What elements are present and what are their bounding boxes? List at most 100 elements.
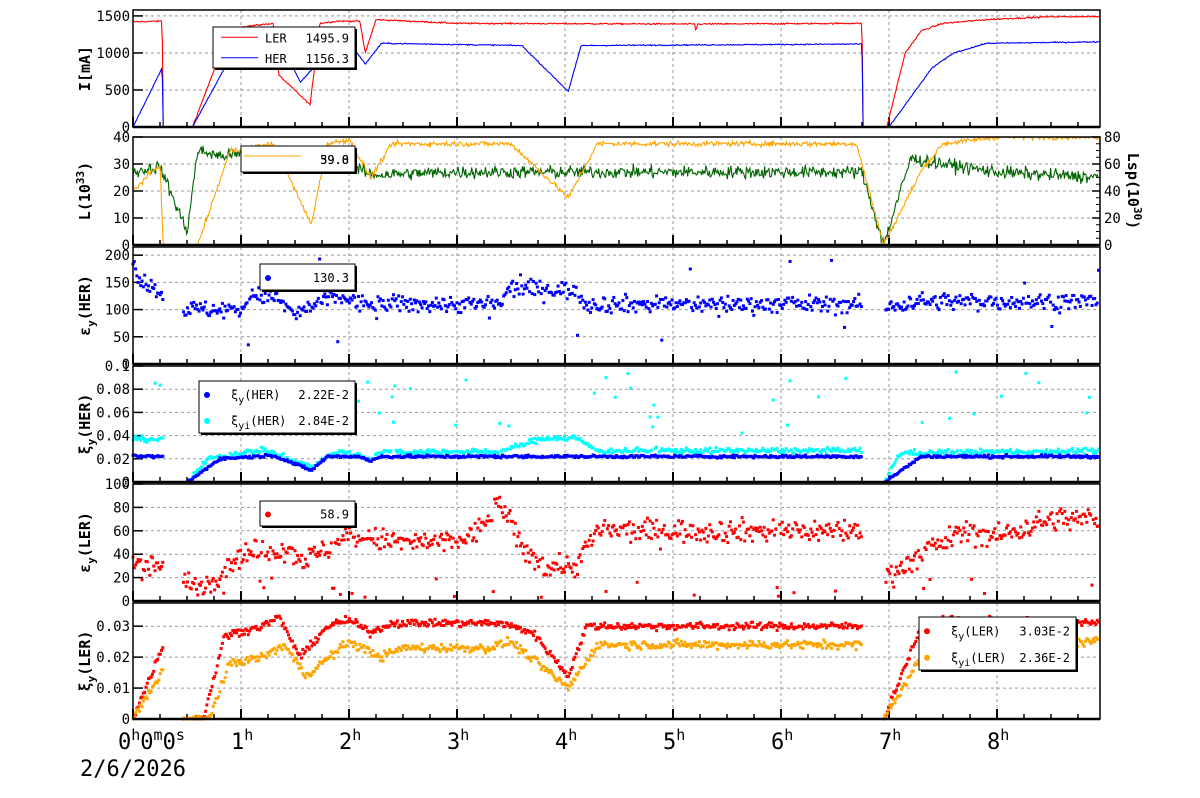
data-point: [565, 555, 569, 559]
data-point: [188, 312, 192, 316]
data-point: [355, 452, 359, 456]
data-point: [831, 535, 835, 539]
data-point: [748, 534, 752, 538]
y-label-main: ξ: [76, 682, 94, 691]
data-point: [643, 302, 647, 306]
data-point: [535, 657, 539, 661]
data-point: [297, 305, 301, 309]
data-point: [307, 303, 311, 307]
data-point: [626, 372, 630, 376]
data-point: [622, 623, 626, 627]
data-point: [840, 311, 844, 315]
data-point: [246, 343, 250, 347]
data-point: [704, 526, 708, 530]
data-point: [726, 294, 730, 298]
data-point: [671, 532, 675, 536]
data-point: [355, 620, 359, 624]
data-point: [782, 533, 786, 537]
data-point: [1045, 448, 1049, 452]
data-point: [248, 552, 252, 556]
data-point: [673, 306, 677, 310]
data-point: [587, 538, 591, 542]
data-point: [609, 311, 613, 315]
data-point: [963, 530, 967, 534]
data-point: [193, 576, 197, 580]
data-point: [765, 539, 769, 543]
data-point: [379, 297, 383, 301]
data-point: [594, 529, 598, 533]
data-point: [725, 309, 729, 313]
data-point: [1069, 516, 1073, 520]
data-point: [337, 542, 341, 546]
data-point: [542, 301, 546, 305]
data-point: [336, 538, 340, 542]
data-point: [920, 420, 924, 424]
data-point: [818, 300, 822, 304]
y-axis-label: ξy(LER): [76, 631, 98, 692]
data-point: [455, 643, 459, 647]
data-point: [502, 515, 506, 519]
data-point: [843, 625, 847, 629]
data-point: [940, 539, 944, 543]
data-point: [338, 592, 342, 596]
data-point: [583, 626, 587, 630]
data-point: [1073, 305, 1077, 309]
data-point: [1074, 509, 1078, 513]
data-point: [620, 307, 624, 311]
data-point: [241, 629, 245, 633]
data-point: [287, 633, 291, 637]
data-point: [533, 293, 537, 297]
data-point: [1027, 295, 1031, 299]
data-point: [347, 301, 351, 305]
data-point: [784, 300, 788, 304]
data-point: [538, 279, 542, 283]
data-point: [401, 620, 405, 624]
data-point: [222, 316, 226, 320]
data-point: [852, 526, 856, 530]
data-point: [258, 449, 262, 453]
y-tick-label: 0.06: [96, 405, 130, 421]
data-point: [513, 624, 517, 628]
data-point: [224, 575, 228, 579]
data-point: [450, 545, 454, 549]
data-point: [535, 285, 539, 289]
data-point: [998, 449, 1002, 453]
data-point: [157, 678, 161, 682]
data-point: [322, 295, 326, 299]
data-point: [141, 437, 145, 441]
data-point: [357, 295, 361, 299]
data-point: [310, 644, 314, 648]
data-point: [736, 535, 740, 539]
data-point: [859, 643, 863, 647]
data-point: [728, 520, 732, 524]
data-point: [522, 545, 526, 549]
data-point: [968, 302, 972, 306]
data-point: [784, 447, 788, 451]
data-point: [819, 643, 823, 647]
data-point: [916, 549, 920, 553]
data-point: [228, 568, 232, 572]
data-point: [329, 291, 333, 295]
data-point: [817, 538, 821, 542]
data-point: [147, 567, 151, 571]
data-point: [778, 646, 782, 650]
data-point: [490, 519, 494, 523]
data-point: [970, 577, 974, 581]
data-point: [806, 450, 810, 454]
data-point: [931, 299, 935, 303]
data-point: [424, 300, 428, 304]
data-point: [605, 309, 609, 313]
data-point: [259, 293, 263, 297]
data-point: [1067, 307, 1071, 311]
data-point: [281, 452, 285, 456]
data-point: [586, 308, 590, 312]
data-point: [646, 516, 650, 520]
data-point: [590, 648, 594, 652]
data-point: [651, 425, 655, 429]
data-point: [340, 538, 344, 542]
data-point: [738, 306, 742, 310]
data-point: [463, 649, 467, 653]
data-point: [521, 651, 525, 655]
data-point: [474, 539, 478, 543]
y-tick-label: 100: [105, 303, 130, 319]
